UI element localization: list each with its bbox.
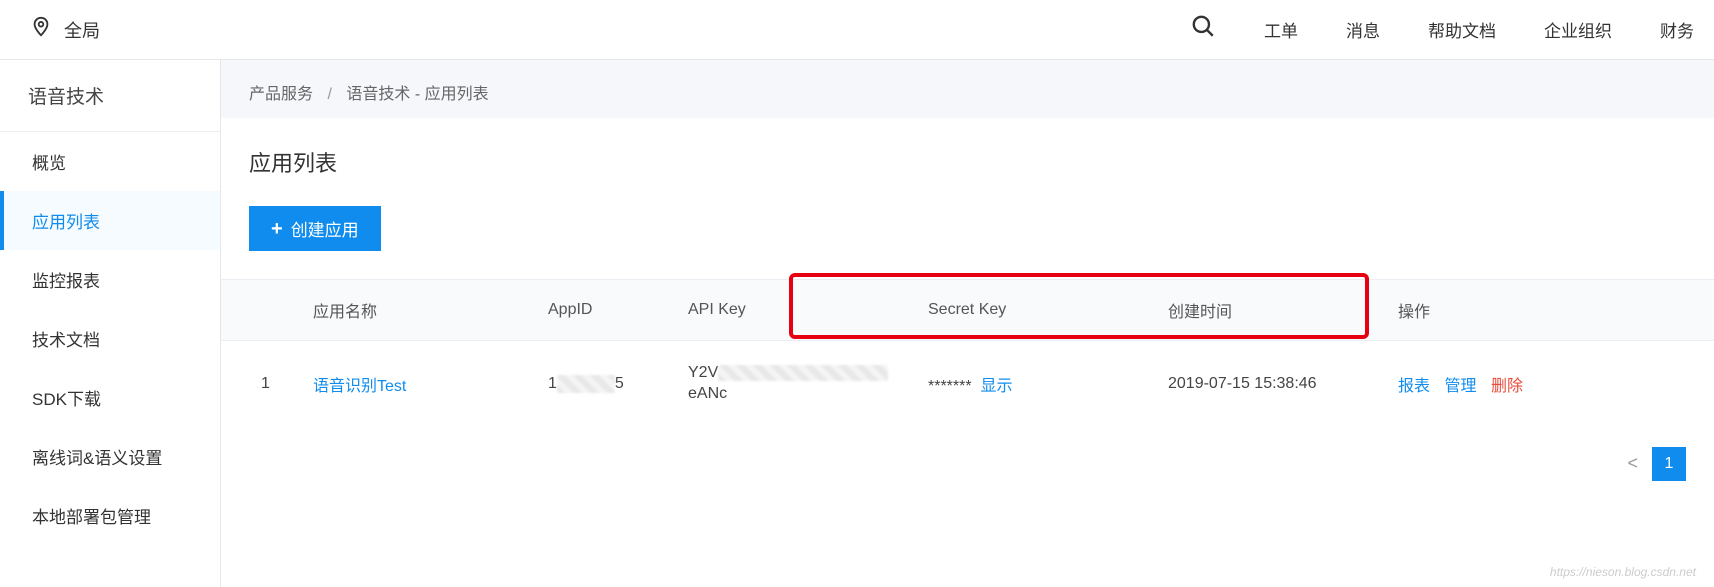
panel-title: 应用列表 bbox=[221, 146, 1714, 178]
apikey-censored bbox=[718, 365, 888, 381]
sidebar-title: 语音技术 bbox=[0, 60, 220, 132]
nav-messages[interactable]: 消息 bbox=[1346, 17, 1380, 42]
th-app-name: 应用名称 bbox=[301, 280, 536, 341]
cell-app-name-link[interactable]: 语音识别Test bbox=[313, 378, 406, 395]
th-apikey: API Key bbox=[676, 280, 916, 341]
appid-censored bbox=[557, 375, 615, 393]
sidebar-item-monitor[interactable]: 监控报表 bbox=[0, 250, 220, 309]
create-app-button[interactable]: + 创建应用 bbox=[249, 206, 381, 251]
sidebar-item-overview[interactable]: 概览 bbox=[0, 132, 220, 191]
apikey-prefix: Y2V bbox=[688, 364, 718, 381]
appid-suffix: 5 bbox=[615, 375, 624, 392]
breadcrumb-separator: / bbox=[327, 86, 331, 103]
panel: 应用列表 + 创建应用 应用名称 AppID API Key Secret Ke… bbox=[221, 118, 1714, 587]
show-secret-link[interactable]: 显示 bbox=[980, 378, 1012, 395]
sidebar-item-offline-config[interactable]: 离线词&语义设置 bbox=[0, 427, 220, 486]
th-appid: AppID bbox=[536, 280, 676, 341]
th-operations: 操作 bbox=[1386, 280, 1714, 341]
sidebar: 语音技术 概览 应用列表 监控报表 技术文档 SDK下载 离线词&语义设置 本地… bbox=[0, 60, 221, 587]
main-layout: 语音技术 概览 应用列表 监控报表 技术文档 SDK下载 离线词&语义设置 本地… bbox=[0, 60, 1714, 587]
pagination-page-1[interactable]: 1 bbox=[1652, 447, 1686, 481]
op-manage-link[interactable]: 管理 bbox=[1444, 378, 1476, 395]
header-left: 全局 bbox=[30, 16, 100, 44]
plus-icon: + bbox=[271, 219, 283, 239]
th-index bbox=[221, 280, 301, 341]
cell-secret: ******* 显示 bbox=[916, 341, 1156, 427]
appid-prefix: 1 bbox=[548, 375, 557, 392]
sidebar-item-app-list[interactable]: 应用列表 bbox=[0, 191, 220, 250]
nav-tickets[interactable]: 工单 bbox=[1264, 17, 1298, 42]
sidebar-item-local-deploy[interactable]: 本地部署包管理 bbox=[0, 486, 220, 545]
sidebar-item-sdk[interactable]: SDK下载 bbox=[0, 368, 220, 427]
app-table: 应用名称 AppID API Key Secret Key 创建时间 操作 1 … bbox=[221, 279, 1714, 427]
table-row: 1 语音识别Test 15 Y2V eANc bbox=[221, 341, 1714, 427]
op-delete-link[interactable]: 删除 bbox=[1491, 378, 1523, 395]
content-area: 产品服务 / 语音技术 - 应用列表 应用列表 + 创建应用 应用名称 AppI… bbox=[221, 60, 1714, 587]
cell-index: 1 bbox=[221, 341, 301, 427]
th-secret-key: Secret Key bbox=[916, 280, 1156, 341]
global-scope-label[interactable]: 全局 bbox=[64, 17, 100, 43]
cell-operations: 报表 管理 删除 bbox=[1386, 341, 1714, 427]
location-icon bbox=[30, 16, 52, 44]
nav-finance[interactable]: 财务 bbox=[1660, 17, 1694, 42]
table-wrapper: 应用名称 AppID API Key Secret Key 创建时间 操作 1 … bbox=[221, 279, 1714, 427]
search-icon[interactable] bbox=[1190, 13, 1216, 46]
sidebar-item-docs[interactable]: 技术文档 bbox=[0, 309, 220, 368]
pagination-prev[interactable]: < bbox=[1627, 453, 1638, 474]
nav-org[interactable]: 企业组织 bbox=[1544, 17, 1612, 42]
secret-masked: ******* bbox=[928, 378, 972, 395]
th-created-time: 创建时间 bbox=[1156, 280, 1386, 341]
pagination: < 1 bbox=[221, 427, 1714, 501]
cell-appid: 15 bbox=[536, 341, 676, 427]
breadcrumb: 产品服务 / 语音技术 - 应用列表 bbox=[221, 60, 1714, 118]
cell-apikey: Y2V eANc bbox=[676, 341, 916, 427]
watermark: https://nieson.blog.csdn.net bbox=[1550, 565, 1696, 579]
cell-created-time: 2019-07-15 15:38:46 bbox=[1156, 341, 1386, 427]
header-right: 工单 消息 帮助文档 企业组织 财务 bbox=[1190, 13, 1694, 46]
create-app-button-label: 创建应用 bbox=[291, 216, 359, 241]
top-header: 全局 工单 消息 帮助文档 企业组织 财务 bbox=[0, 0, 1714, 60]
breadcrumb-products[interactable]: 产品服务 bbox=[249, 86, 313, 103]
nav-help-docs[interactable]: 帮助文档 bbox=[1428, 17, 1496, 42]
apikey-suffix: eANc bbox=[688, 385, 727, 402]
op-report-link[interactable]: 报表 bbox=[1398, 378, 1430, 395]
breadcrumb-current: 语音技术 - 应用列表 bbox=[346, 86, 488, 103]
